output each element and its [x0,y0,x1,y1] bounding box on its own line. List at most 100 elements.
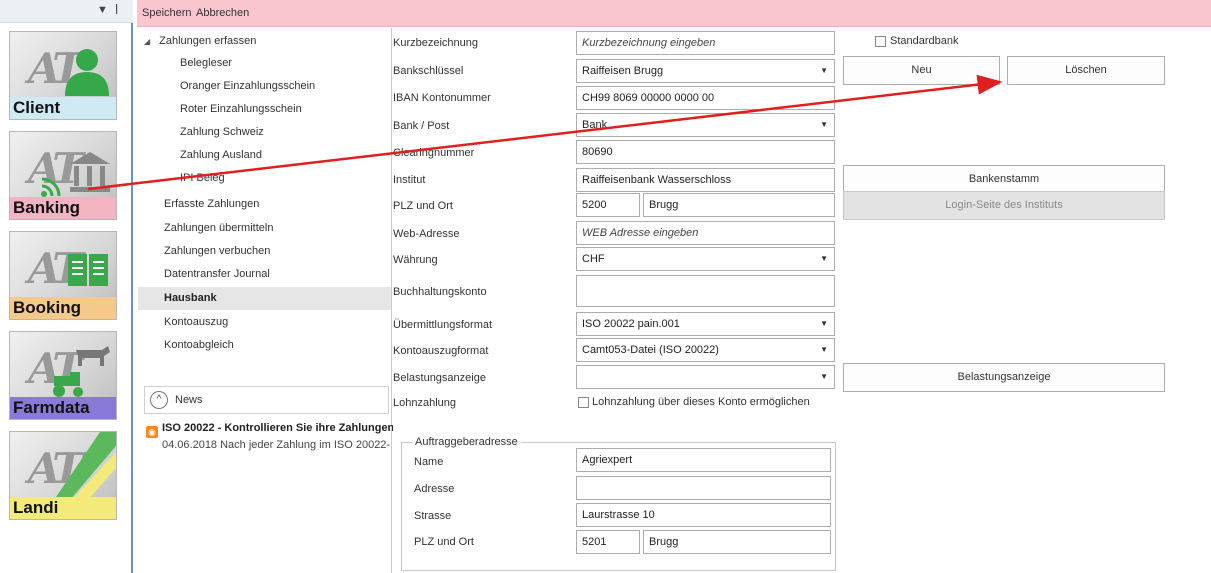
module-booking-label: Booking [10,297,116,319]
waehrung-select[interactable]: CHF ▼ [576,247,835,271]
nav-item-zahlung-schweiz[interactable]: Zahlung Schweiz [138,121,391,144]
label-institut: Institut [393,174,426,186]
clearingnummer-input[interactable]: 80690 [576,140,835,164]
bank-icon [70,152,110,192]
nav-item-zahlung-ausland[interactable]: Zahlung Ausland [138,144,391,167]
standardbank-checkbox[interactable] [875,36,886,47]
adresse-input[interactable] [576,476,831,500]
label-clearingnummer: Clearingnummer [393,147,475,159]
module-farmdata-label: Farmdata [10,397,116,419]
label-buchhaltungskonto: Buchhaltungskonto [393,286,487,298]
label-lohnzahlung: Lohnzahlung [393,397,457,409]
nav-item-roter-es[interactable]: Roter Einzahlungsschein [138,98,391,121]
module-farmdata[interactable]: AT Farmdata [9,331,117,420]
nav-item-label: Zahlungen erfassen [159,35,257,47]
neu-button[interactable]: Neu [843,56,1000,85]
iban-input[interactable]: CH99 8069 00000 0000 00 [576,86,835,110]
bank-post-value: Bank [582,119,608,131]
nav-item-belegleser[interactable]: Belegleser [138,52,391,75]
bankenstamm-button[interactable]: Bankenstamm [843,165,1165,194]
bankschluessel-select[interactable]: Raiffeisen Brugg ▼ [576,59,835,83]
kontoauszugformat-select[interactable]: Camt053-Datei (ISO 20022) ▼ [576,338,835,362]
lohnzahlung-checkbox[interactable] [578,397,589,408]
news-title[interactable]: ISO 20022 - Kontrollieren Sie ihre Zahlu… [162,422,394,434]
label-kontoauszugformat: Kontoauszugformat [393,345,489,357]
news-panel-header[interactable]: ^ News [144,386,389,414]
loeschen-button[interactable]: Löschen [1007,56,1165,85]
buchhaltungskonto-input[interactable] [576,275,835,307]
nav-item-datentransfer-journal[interactable]: Datentransfer Journal [138,263,391,286]
collapse-up-icon[interactable]: ^ [150,391,168,409]
name-input[interactable]: Agriexpert [576,448,831,472]
cancel-button[interactable]: Abbrechen [196,7,249,19]
nav-item-oranger-es[interactable]: Oranger Einzahlungsschein [138,75,391,98]
banking-tile-art: AT [10,132,116,200]
dropdown-icon[interactable]: ▼ [820,339,828,361]
login-seite-button[interactable]: Login-Seite des Instituts [843,191,1165,220]
nav-item-zahlungen-verbuchen[interactable]: Zahlungen verbuchen [138,240,391,263]
kurzbezeichnung-input[interactable]: Kurzbezeichnung eingeben [576,31,835,55]
bankschluessel-value: Raiffeisen Brugg [582,65,664,77]
standardbank-label: Standardbank [890,35,959,47]
nav-item-erfasste-zahlungen[interactable]: Erfasste Zahlungen [138,193,391,216]
uebermittlungsformat-select[interactable]: ISO 20022 pain.001 ▼ [576,312,835,336]
nav-item-kontoauszug[interactable]: Kontoauszug [138,311,391,334]
nav-item-ipi-beleg[interactable]: IPI Beleg [138,167,391,190]
dropdown-icon[interactable]: ▼ [820,60,828,82]
label-name: Name [414,456,444,468]
pin-icon[interactable]: ꟾ [115,4,118,17]
nav-item-zahlungen-uebermitteln[interactable]: Zahlungen übermitteln [138,217,391,240]
plz-input[interactable]: 5200 [576,193,640,217]
landi-stripe-icon [54,432,116,500]
dropdown-icon[interactable]: ▼ [820,248,828,270]
book-icon [68,254,108,286]
label-adresse: Adresse [414,483,455,495]
toolbar: Speichern Abbrechen [137,0,1211,27]
nav-item-hausbank[interactable]: Hausbank [138,287,391,310]
kontoauszugformat-value: Camt053-Datei (ISO 20022) [582,344,719,356]
dropdown-icon[interactable]: ▼ [820,114,828,136]
dropdown-icon[interactable]: ▼ [820,313,828,335]
expand-icon[interactable]: ◢ [144,37,150,46]
module-client-label: Client [10,97,116,119]
group-ort-input[interactable]: Brugg [643,530,831,554]
strasse-input[interactable]: Laurstrasse 10 [576,503,831,527]
label-kurzbezeichnung: Kurzbezeichnung [393,37,479,49]
module-banking-label: Banking [10,197,116,219]
label-belastungsanzeige: Belastungsanzeige [393,372,486,384]
module-bar-header: ▼ ꟾ [0,0,133,23]
farmdata-tile-art: AT [10,332,116,400]
label-uebermittlungsformat: Übermittlungsformat [393,319,493,331]
module-landi[interactable]: AT Landi [9,431,117,520]
dropdown-icon[interactable]: ▼ [820,366,828,388]
group-plz-input[interactable]: 5201 [576,530,640,554]
ort-input[interactable]: Brugg [643,193,835,217]
institut-input[interactable]: Raiffeisenbank Wasserschloss [576,168,835,192]
bank-post-select[interactable]: Bank ▼ [576,113,835,137]
person-icon [65,49,109,96]
label-web-adresse: Web-Adresse [393,228,460,240]
lohnzahlung-checkbox-label: Lohnzahlung über dieses Konto ermögliche… [592,396,810,408]
module-banking[interactable]: AT Banking [9,131,117,220]
auftraggeberadresse-group: Auftraggeberadresse Name Agriexpert Adre… [401,436,836,571]
save-button[interactable]: Speichern [142,7,192,19]
client-tile-art: AT [10,32,116,100]
waehrung-value: CHF [582,253,605,265]
news-text: 04.06.2018 Nach jeder Zahlung im ISO 200… [162,439,390,451]
module-client[interactable]: AT Client [9,31,117,120]
belastungsanzeige-select[interactable]: ▼ [576,365,835,389]
wifi-icon [41,177,61,197]
cow-icon [76,346,110,366]
nav-item-zahlungen-erfassen[interactable]: ◢ Zahlungen erfassen [138,30,391,53]
uebermittlungsformat-value: ISO 20022 pain.001 [582,318,680,330]
web-adresse-input[interactable]: WEB Adresse eingeben [576,221,835,245]
nav-item-kontoabgleich[interactable]: Kontoabgleich [138,334,391,357]
nav-tree: ◢ Zahlungen erfassen Belegleser Oranger E… [138,28,394,573]
collapse-icon[interactable]: ▼ [97,4,108,16]
module-bar: ▼ ꟾ AT Client AT Banking AT Booking AT F… [0,0,133,573]
belastungsanzeige-button[interactable]: Belastungsanzeige [843,363,1165,392]
label-bank-post: Bank / Post [393,120,450,132]
label-bankschluessel: Bankschlüssel [393,65,464,77]
label-plz-ort: PLZ und Ort [393,200,453,212]
module-booking[interactable]: AT Booking [9,231,117,320]
